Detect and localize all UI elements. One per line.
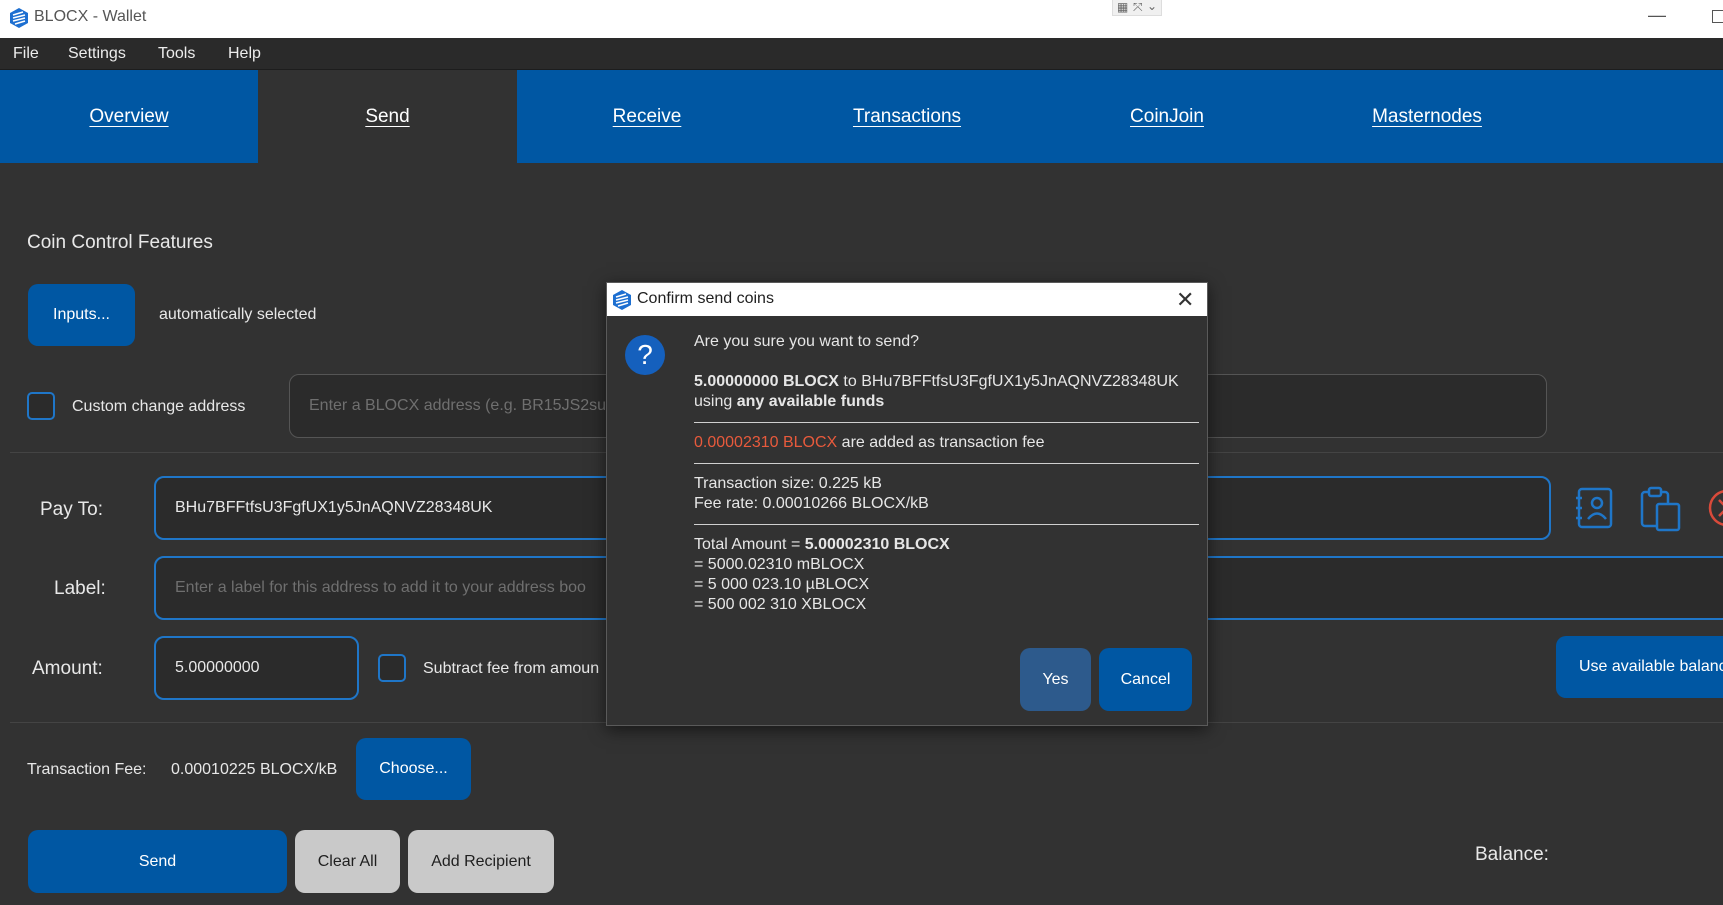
balance-label: Balance:	[1475, 844, 1549, 865]
label-placeholder: Enter a label for this address to add it…	[175, 579, 586, 596]
menu-bar: File Settings Tools Help	[0, 38, 1723, 70]
coin-control-heading: Coin Control Features	[27, 232, 213, 253]
total-amount: 5.00002310 BLOCX	[804, 536, 950, 553]
amount-label: Amount:	[32, 658, 103, 679]
add-recipient-button[interactable]: Add Recipient	[408, 830, 554, 893]
inputs-button[interactable]: Inputs...	[28, 284, 135, 346]
label-field-label: Label:	[54, 578, 106, 599]
question-icon: ?	[625, 335, 665, 375]
clear-all-button[interactable]: Clear All	[295, 830, 400, 893]
expand-icon: ⤧	[1133, 0, 1143, 14]
dialog-close-icon[interactable]: ✕	[1176, 287, 1194, 313]
remove-recipient-icon[interactable]	[1705, 486, 1723, 530]
tab-send[interactable]: Send	[258, 70, 517, 163]
amount-input[interactable]: 5.00000000	[154, 636, 359, 700]
tab-overview[interactable]: Overview	[0, 70, 258, 163]
fee-line: 0.00002310 BLOCX are added as transactio…	[694, 434, 1044, 452]
send-amount: 5.00000000 BLOCX	[694, 373, 839, 390]
selection-status: automatically selected	[159, 306, 317, 323]
blocx-logo-icon	[10, 8, 28, 28]
send-summary-line: 5.00000000 BLOCX to BHu7BFFtfsU3FgfUX1y5…	[694, 373, 1179, 391]
transaction-size: Transaction size: 0.225 kB	[694, 475, 882, 492]
cancel-button[interactable]: Cancel	[1099, 648, 1192, 711]
choose-fee-button[interactable]: Choose...	[356, 738, 471, 800]
menu-tools[interactable]: Tools	[158, 45, 195, 63]
dialog-divider	[694, 422, 1199, 423]
confirm-send-dialog: Confirm send coins ✕ ? Are you sure you …	[606, 282, 1208, 726]
dialog-divider	[694, 463, 1199, 464]
funds-source-line: using any available funds	[694, 393, 884, 411]
menu-file[interactable]: File	[13, 45, 39, 63]
total-amount-line: Total Amount = 5.00002310 BLOCX	[694, 536, 950, 554]
menu-help[interactable]: Help	[228, 45, 261, 63]
custom-change-label: Custom change address	[72, 398, 246, 415]
transaction-fee-value: 0.00010225 BLOCX/kB	[171, 761, 338, 778]
window-snap-control[interactable]: ▦ ⤧ ⌄	[1112, 0, 1162, 16]
amount-value: 5.00000000	[175, 659, 260, 676]
fee-amount: 0.00002310 BLOCX	[694, 434, 838, 451]
window-title: BLOCX - Wallet	[34, 8, 147, 25]
fee-text: are added as transaction fee	[837, 434, 1045, 451]
using-text: using	[694, 393, 737, 410]
pay-to-value: BHu7BFFtfsU3FgfUX1y5JnAQNVZ28348UK	[175, 499, 493, 516]
menu-settings[interactable]: Settings	[68, 45, 126, 63]
chevron-down-icon: ⌄	[1147, 0, 1158, 13]
tab-masternodes[interactable]: Masternodes	[1297, 70, 1557, 163]
paste-icon[interactable]	[1639, 486, 1683, 532]
window-titlebar: BLOCX - Wallet ▦ ⤧ ⌄ —	[0, 0, 1723, 38]
send-recipient: to BHu7BFFtfsU3FgfUX1y5JnAQNVZ28348UK	[838, 373, 1179, 390]
tab-transactions[interactable]: Transactions	[777, 70, 1037, 163]
subtract-fee-checkbox[interactable]	[378, 654, 406, 682]
use-available-balance-button[interactable]: Use available balanc	[1556, 636, 1723, 698]
dialog-titlebar: Confirm send coins ✕	[607, 283, 1207, 316]
dialog-question: Are you sure you want to send?	[694, 333, 920, 350]
custom-change-checkbox[interactable]	[27, 392, 55, 420]
subtract-fee-label: Subtract fee from amoun	[423, 660, 600, 677]
yes-button[interactable]: Yes	[1020, 648, 1091, 711]
address-book-icon[interactable]	[1575, 486, 1615, 530]
blocx-logo-icon	[613, 290, 631, 310]
total-ublocx: = 5 000 023.10 µBLOCX	[694, 576, 870, 593]
tab-coinjoin[interactable]: CoinJoin	[1037, 70, 1297, 163]
dialog-title: Confirm send coins	[637, 290, 774, 307]
funds-source: any available funds	[736, 393, 885, 410]
total-xblocx: = 500 002 310 XBLOCX	[694, 596, 867, 613]
minimize-icon[interactable]: —	[1648, 5, 1666, 26]
tab-bar: Overview Send Receive Transactions CoinJ…	[0, 70, 1723, 163]
total-prefix: Total Amount =	[694, 536, 805, 553]
send-button[interactable]: Send	[28, 830, 287, 893]
dialog-divider	[694, 524, 1199, 525]
tab-receive[interactable]: Receive	[517, 70, 777, 163]
grid-icon: ▦	[1117, 0, 1129, 14]
fee-rate: Fee rate: 0.00010266 BLOCX/kB	[694, 495, 929, 512]
custom-change-placeholder: Enter a BLOCX address (e.g. BR15JS2suE	[309, 397, 617, 414]
total-mblocx: = 5000.02310 mBLOCX	[694, 556, 865, 573]
transaction-fee-label: Transaction Fee:	[27, 761, 147, 778]
maximize-icon[interactable]	[1712, 10, 1723, 23]
pay-to-label: Pay To:	[40, 499, 104, 520]
